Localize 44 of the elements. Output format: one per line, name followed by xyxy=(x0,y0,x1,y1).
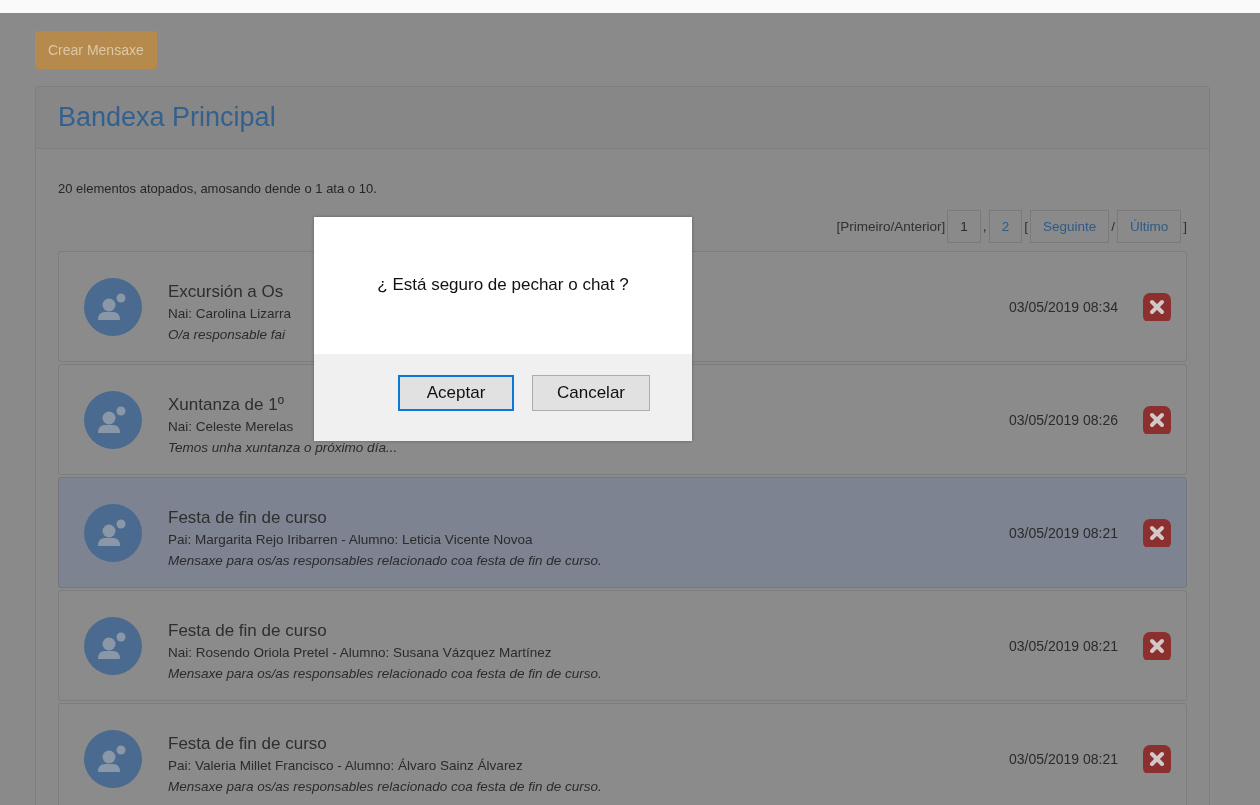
message-date: 03/05/2019 08:21 xyxy=(1009,637,1118,654)
first-previous-label: [Primeiro/Anterior] xyxy=(836,219,946,234)
message-row[interactable]: Festa de fin de curso Pai: Margarita Rejo Iribarren - Alumno: Leticia Vicente Novoa Mensaxe para os/as responsables relacionado coa festa de fin de curso. 03/05/2019 08:21 xyxy=(58,477,1187,588)
delete-icon[interactable] xyxy=(1143,631,1171,660)
message-sender: Nai: Carolina Lizarra xyxy=(168,305,292,321)
separator: / xyxy=(1111,219,1115,234)
group-avatar-icon xyxy=(83,615,143,676)
panel-title: Bandexa Principal xyxy=(58,102,277,133)
message-preview: O/a responsable fai xyxy=(168,326,286,342)
delete-icon[interactable] xyxy=(1143,292,1171,321)
dialog-button[interactable]: Cancelar xyxy=(532,374,650,411)
message-sender: Pai: Margarita Rejo Iribarren - Alumno: Leticia Vicente Novoa xyxy=(168,531,533,547)
group-avatar-icon xyxy=(83,389,143,450)
message-title: Festa de fin de curso xyxy=(168,733,327,754)
message-preview: Mensaxe para os/as responsables relacionado coa festa de fin de curso. xyxy=(168,552,602,568)
message-date: 03/05/2019 08:21 xyxy=(1009,524,1118,541)
group-avatar-icon xyxy=(83,502,143,563)
message-date: 03/05/2019 08:26 xyxy=(1009,411,1118,428)
bracket: [ xyxy=(1024,219,1028,234)
message-date: 03/05/2019 08:34 xyxy=(1009,298,1118,315)
message-title: Xuntanza de 1º xyxy=(168,394,284,415)
message-title: Excursión a Os xyxy=(168,281,284,302)
group-avatar-icon xyxy=(83,276,143,337)
message-sender: Nai: Celeste Merelas xyxy=(168,418,294,434)
message-preview: Mensaxe para os/as responsables relacionado coa festa de fin de curso. xyxy=(168,665,602,681)
message-sender: Nai: Rosendo Oriola Pretel - Alumno: Susana Vázquez Martínez xyxy=(168,644,552,660)
separator: , xyxy=(982,219,987,234)
delete-icon[interactable] xyxy=(1143,405,1171,434)
message-title: Festa de fin de curso xyxy=(168,507,327,528)
delete-icon[interactable] xyxy=(1143,518,1171,547)
message-preview: Temos unha xuntanza o próximo día... xyxy=(168,439,398,455)
message-date: 03/05/2019 08:21 xyxy=(1009,750,1118,767)
dialog-message: ¿ Está seguro de pechar o chat ? xyxy=(376,274,630,296)
message-row[interactable]: Festa de fin de curso Nai: Rosendo Oriola Pretel - Alumno: Susana Vázquez Martínez Mensaxe para os/as responsables relacionado coa festa de fin de curso. 03/05/2019 08:21 xyxy=(58,590,1187,701)
message-preview: Mensaxe para os/as responsables relacionado coa festa de fin de curso. xyxy=(168,778,602,794)
dialog-button[interactable]: Aceptar xyxy=(398,374,514,411)
message-title: Festa de fin de curso xyxy=(168,620,327,641)
bracket: ] xyxy=(1183,219,1187,234)
page-link[interactable]: 1 xyxy=(947,210,981,243)
results-summary: 20 elementos atopados, amosando dende o 1 ata o 10. xyxy=(58,181,378,196)
message-sender: Pai: Valeria Millet Francisco - Alumno: Álvaro Sainz Álvarez xyxy=(168,757,523,773)
delete-icon[interactable] xyxy=(1143,744,1171,773)
message-row[interactable]: Festa de fin de curso Pai: Valeria Millet Francisco - Alumno: Álvaro Sainz Álvarez Mensaxe para os/as responsables relacionado coa festa de fin de curso. 03/05/2019 08:21 xyxy=(58,703,1187,805)
group-avatar-icon xyxy=(83,728,143,789)
